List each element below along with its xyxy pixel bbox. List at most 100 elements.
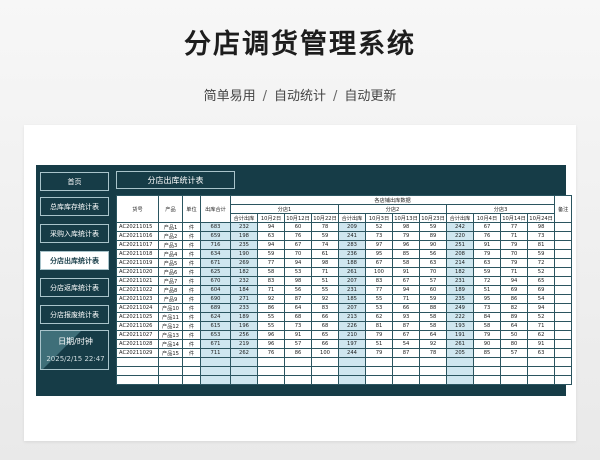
table-cell[interactable]: 98 — [526, 222, 556, 232]
table-cell[interactable]: 83 — [311, 303, 339, 313]
table-cell[interactable]: 79 — [500, 258, 528, 268]
table-cell[interactable]: 52 — [526, 267, 556, 277]
table-cell[interactable]: 76 — [284, 231, 312, 241]
table-cell[interactable] — [554, 375, 573, 385]
table-cell[interactable]: 85 — [392, 249, 420, 259]
table-cell[interactable] — [311, 357, 339, 367]
table-cell[interactable]: 产品4 — [158, 249, 183, 259]
table-cell[interactable]: 59 — [257, 249, 285, 259]
table-cell[interactable]: 79 — [365, 348, 393, 358]
table-cell[interactable]: 51 — [473, 285, 501, 295]
table-cell[interactable]: 60 — [419, 285, 447, 295]
table-cell[interactable]: 77 — [257, 258, 285, 268]
table-cell[interactable]: 671 — [200, 258, 231, 268]
table-cell[interactable]: 59 — [419, 294, 447, 304]
table-cell[interactable]: 94 — [526, 303, 556, 313]
table-cell[interactable]: AC20211019 — [116, 258, 159, 268]
table-cell[interactable]: 214 — [446, 258, 474, 268]
table-cell[interactable]: 件 — [182, 267, 201, 277]
table-cell[interactable]: 66 — [392, 303, 420, 313]
table-cell[interactable]: 66 — [311, 339, 339, 349]
table-cell[interactable]: 71 — [526, 321, 556, 331]
table-cell[interactable] — [419, 366, 447, 376]
table-cell[interactable] — [311, 375, 339, 385]
table-cell[interactable]: 233 — [230, 303, 258, 313]
table-cell[interactable]: AC20211021 — [116, 276, 159, 286]
table-cell[interactable] — [338, 375, 366, 385]
table-cell[interactable]: 95 — [365, 249, 393, 259]
table-cell[interactable]: 产品15 — [158, 348, 183, 358]
table-cell[interactable]: 产品6 — [158, 267, 183, 277]
table-cell[interactable]: 634 — [200, 249, 231, 259]
table-cell[interactable]: AC20211022 — [116, 285, 159, 295]
table-cell[interactable] — [446, 366, 474, 376]
table-cell[interactable]: 79 — [500, 240, 528, 250]
table-cell[interactable]: 62 — [365, 312, 393, 322]
table-cell[interactable]: AC20211026 — [116, 321, 159, 331]
table-cell[interactable] — [257, 357, 285, 367]
table-cell[interactable]: 产品14 — [158, 339, 183, 349]
table-cell[interactable]: 51 — [311, 276, 339, 286]
table-cell[interactable]: 67 — [392, 276, 420, 286]
table-cell[interactable]: 78 — [419, 348, 447, 358]
table-cell[interactable]: 92 — [419, 339, 447, 349]
table-cell[interactable] — [365, 357, 393, 367]
table-cell[interactable]: 94 — [392, 285, 420, 295]
table-cell[interactable]: 件 — [182, 294, 201, 304]
table-cell[interactable]: 213 — [338, 312, 366, 322]
table-cell[interactable] — [473, 357, 501, 367]
table-cell[interactable]: 191 — [446, 330, 474, 340]
table-cell[interactable] — [158, 366, 183, 376]
table-cell[interactable] — [554, 222, 573, 232]
table-cell[interactable] — [284, 375, 312, 385]
table-cell[interactable]: 74 — [311, 240, 339, 250]
table-cell[interactable] — [230, 366, 258, 376]
table-cell[interactable]: 件 — [182, 312, 201, 322]
table-cell[interactable]: 91 — [284, 330, 312, 340]
table-cell[interactable]: 98 — [311, 258, 339, 268]
table-cell[interactable]: 79 — [365, 330, 393, 340]
table-cell[interactable]: 63 — [473, 258, 501, 268]
table-cell[interactable] — [554, 258, 573, 268]
table-cell[interactable]: 79 — [473, 249, 501, 259]
table-cell[interactable] — [338, 366, 366, 376]
table-cell[interactable]: 71 — [257, 285, 285, 295]
table-cell[interactable]: 653 — [200, 330, 231, 340]
table-cell[interactable] — [116, 375, 159, 385]
table-cell[interactable]: 71 — [500, 231, 528, 241]
table-cell[interactable]: AC20211025 — [116, 312, 159, 322]
table-cell[interactable]: 65 — [311, 330, 339, 340]
table-cell[interactable] — [284, 366, 312, 376]
table-cell[interactable]: 件 — [182, 330, 201, 340]
table-cell[interactable]: 241 — [338, 231, 366, 241]
table-cell[interactable] — [158, 357, 183, 367]
table-cell[interactable]: 80 — [500, 339, 528, 349]
table-cell[interactable]: 65 — [526, 276, 556, 286]
table-cell[interactable] — [554, 267, 573, 277]
table-cell[interactable]: 61 — [311, 249, 339, 259]
table-cell[interactable]: AC20211029 — [116, 348, 159, 358]
table-cell[interactable]: 94 — [500, 276, 528, 286]
table-cell[interactable]: 205 — [446, 348, 474, 358]
table-cell[interactable] — [182, 366, 201, 376]
table-cell[interactable] — [554, 339, 573, 349]
table-cell[interactable] — [554, 348, 573, 358]
table-cell[interactable]: 671 — [200, 339, 231, 349]
table-cell[interactable]: 73 — [284, 321, 312, 331]
table-cell[interactable]: 件 — [182, 249, 201, 259]
table-cell[interactable]: 94 — [284, 258, 312, 268]
table-cell[interactable]: 90 — [419, 240, 447, 250]
table-cell[interactable]: 91 — [392, 267, 420, 277]
table-cell[interactable]: 711 — [200, 348, 231, 358]
table-cell[interactable]: 产品10 — [158, 303, 183, 313]
table-cell[interactable]: AC20211023 — [116, 294, 159, 304]
table-cell[interactable]: 55 — [257, 321, 285, 331]
table-cell[interactable]: 89 — [419, 231, 447, 241]
table-cell[interactable]: 82 — [500, 303, 528, 313]
table-cell[interactable]: 67 — [473, 222, 501, 232]
table-cell[interactable]: 100 — [311, 348, 339, 358]
table-cell[interactable]: 235 — [446, 294, 474, 304]
table-cell[interactable]: 产品13 — [158, 330, 183, 340]
table-cell[interactable]: 624 — [200, 312, 231, 322]
table-cell[interactable]: 71 — [311, 267, 339, 277]
